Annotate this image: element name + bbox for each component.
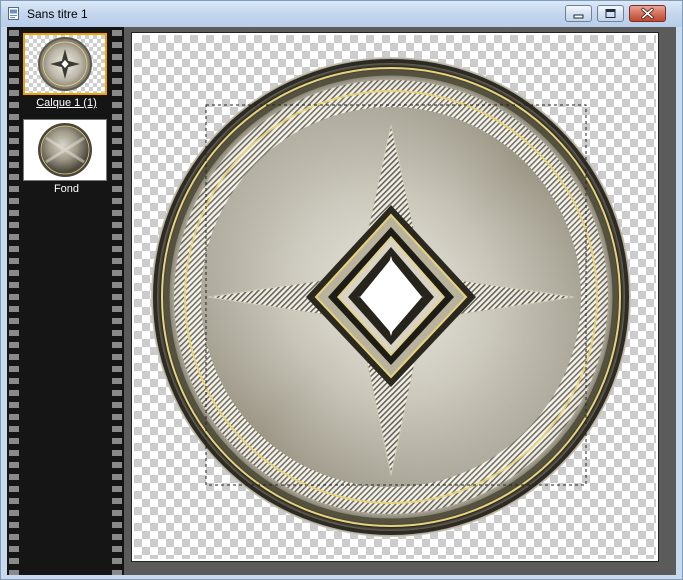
minimize-button[interactable] (565, 5, 592, 22)
maximize-button[interactable] (597, 5, 624, 22)
image-window: Sans titre 1 Calque 1 (1) Fond (0, 0, 683, 580)
medallion-artwork (151, 57, 631, 537)
layer-item-calque-1[interactable]: Calque 1 (1) (23, 33, 110, 109)
close-button[interactable] (629, 5, 666, 22)
title-bar[interactable]: Sans titre 1 (1, 1, 682, 27)
image-canvas[interactable] (134, 35, 656, 559)
document-icon (8, 7, 19, 20)
layer-thumbnail (23, 119, 107, 181)
film-strip-decoration (9, 27, 19, 575)
layer-thumbnail (23, 33, 107, 95)
image-client-area: Calque 1 (1) Fond (7, 27, 676, 575)
minimize-icon (573, 14, 584, 19)
layer-name: Calque 1 (1) (36, 97, 97, 109)
layer-palette: Calque 1 (1) Fond (7, 27, 124, 575)
close-icon (641, 7, 654, 20)
window-title: Sans titre 1 (27, 7, 88, 21)
maximize-icon (605, 9, 616, 18)
canvas-frame (131, 32, 659, 562)
layer-item-fond[interactable]: Fond (23, 119, 110, 195)
layer-name: Fond (53, 183, 80, 195)
film-strip-decoration (112, 27, 122, 575)
